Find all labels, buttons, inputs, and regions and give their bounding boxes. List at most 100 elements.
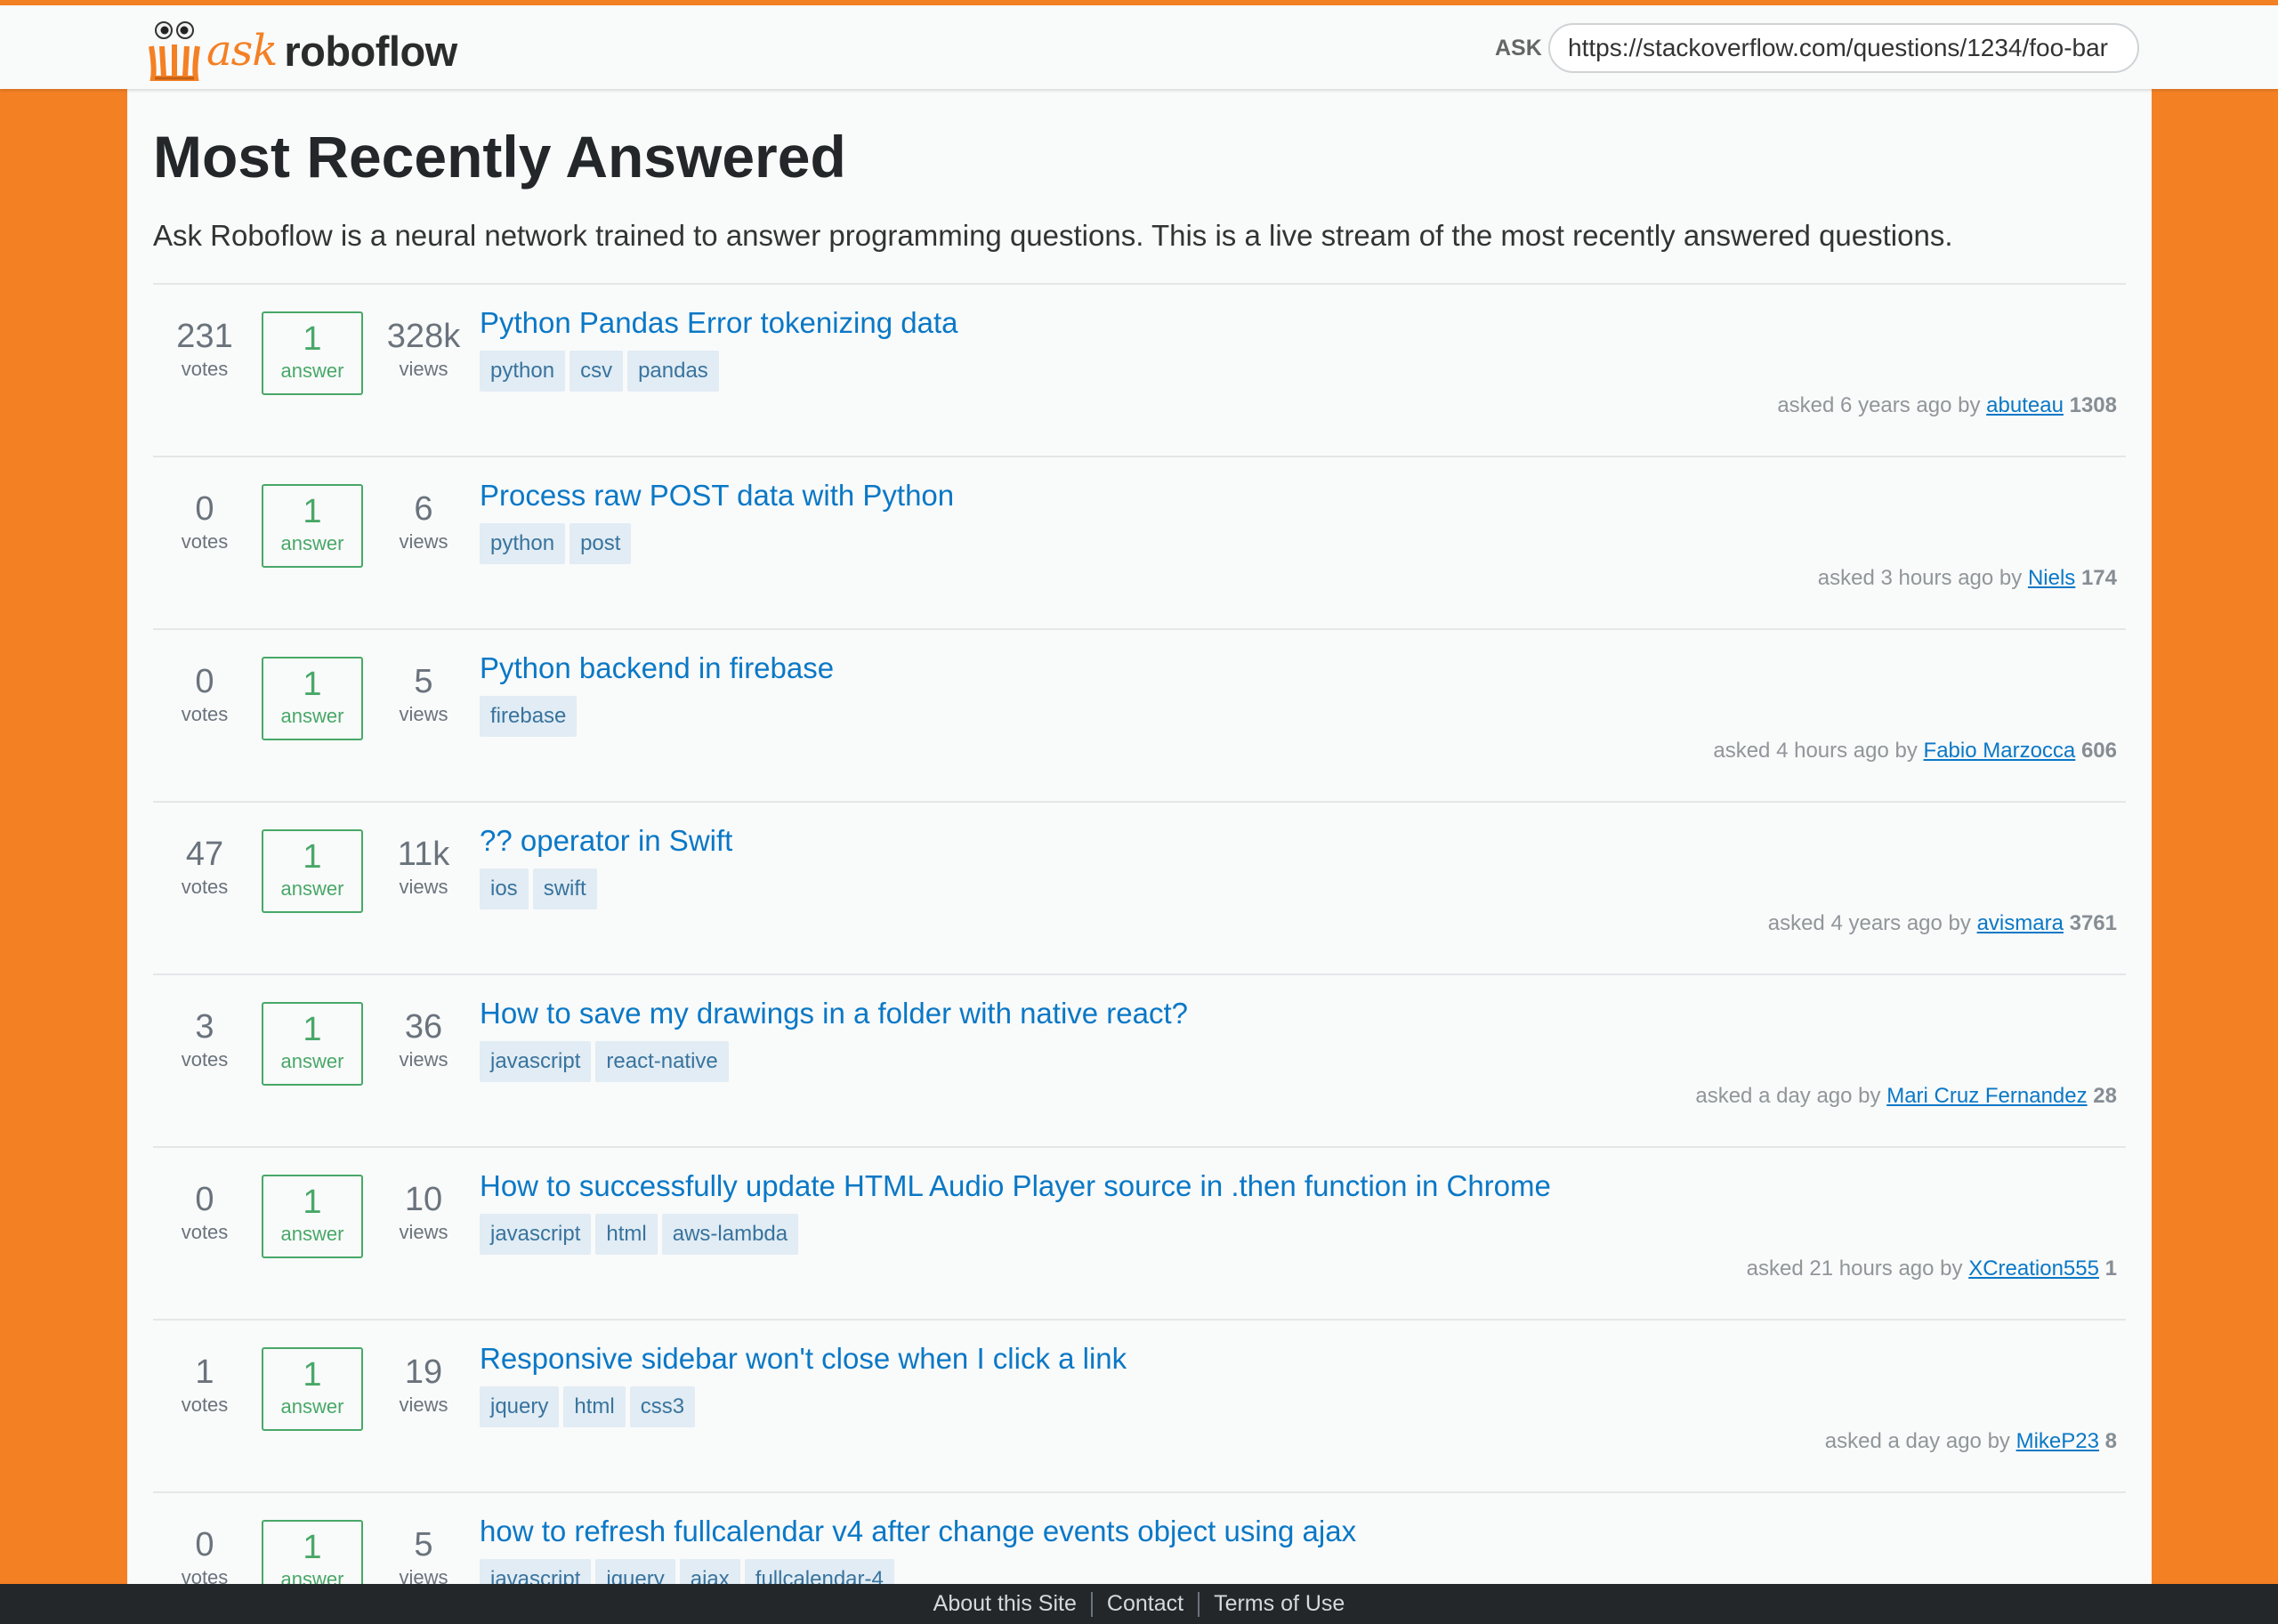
logo[interactable]: ask roboflow <box>148 18 457 84</box>
tag-list: python csv pandas <box>480 351 723 392</box>
question-title-link[interactable]: Python backend in firebase <box>480 651 834 685</box>
view-count: 328k views <box>379 315 468 381</box>
user-link[interactable]: XCreation555 <box>1968 1256 2099 1281</box>
view-number: 10 <box>404 1181 443 1218</box>
user-reputation: 8 <box>2104 1429 2117 1453</box>
ask-url-input[interactable] <box>1548 23 2139 73</box>
question-title-link[interactable]: ?? operator in Swift <box>480 824 732 858</box>
tag[interactable]: swift <box>532 869 597 909</box>
footer-link-terms[interactable]: Terms of Use <box>1200 1591 1359 1617</box>
footer-link-about[interactable]: About this Site <box>919 1591 1091 1617</box>
top-bar: ask roboflow ASK <box>0 0 2278 89</box>
vote-label: votes <box>181 358 229 380</box>
view-count: 6 views <box>379 488 468 553</box>
vote-count: 0 votes <box>160 1178 249 1244</box>
tag[interactable]: post <box>570 523 632 564</box>
tag[interactable]: javascript <box>480 1214 592 1255</box>
by-label: by <box>1999 566 2023 590</box>
asked-prefix: asked <box>1817 566 1875 590</box>
view-count: 11k views <box>379 833 468 899</box>
question-title-link[interactable]: how to refresh fullcalendar v4 after cha… <box>480 1515 1356 1548</box>
tag[interactable]: firebase <box>480 696 578 737</box>
view-label: views <box>399 1048 448 1071</box>
tag[interactable]: react-native <box>595 1041 729 1082</box>
answer-number: 1 <box>303 1011 322 1048</box>
view-count: 5 views <box>379 660 468 726</box>
vote-count: 0 votes <box>160 1523 249 1589</box>
tag-list: javascript react-native <box>480 1041 733 1082</box>
question-title-link[interactable]: Responsive sidebar won't close when I cl… <box>480 1342 1127 1376</box>
tag[interactable]: csv <box>570 351 624 392</box>
question-list: 231 votes 1 answer 328k views Python Pandas Er… <box>153 283 2126 1589</box>
user-reputation: 174 <box>2080 566 2117 590</box>
footer: About this Site Contact Terms of Use <box>0 1584 2278 1624</box>
question-row: 0 votes 1 answer 10 views How to successfully … <box>153 1146 2126 1319</box>
question-row: 0 votes 1 answer 5 views how to refresh fullca… <box>153 1491 2126 1589</box>
user-link[interactable]: Niels <box>2028 566 2075 590</box>
asked-prefix: asked <box>1824 1429 1882 1453</box>
vote-label: votes <box>181 1394 229 1416</box>
by-label: by <box>1858 1084 1881 1108</box>
asked-prefix: asked <box>1695 1084 1753 1108</box>
user-reputation: 1308 <box>2069 393 2117 417</box>
user-reputation: 1 <box>2104 1256 2117 1281</box>
vote-number: 0 <box>195 1526 214 1563</box>
answer-number: 1 <box>303 320 322 358</box>
user-link[interactable]: abuteau <box>1986 393 2064 417</box>
tag[interactable]: aws-lambda <box>661 1214 799 1255</box>
tag[interactable]: python <box>480 523 566 564</box>
page-intro: Ask Roboflow is a neural network trained… <box>153 219 1953 252</box>
vote-number: 0 <box>195 663 214 700</box>
user-link[interactable]: MikeP23 <box>2016 1429 2099 1453</box>
asked-prefix: asked <box>1746 1256 1804 1281</box>
vote-label: votes <box>181 703 229 725</box>
view-count: 5 views <box>379 1523 468 1589</box>
question-row: 0 votes 1 answer 5 views Python backend in fir… <box>153 628 2126 801</box>
question-title-link[interactable]: Python Pandas Error tokenizing data <box>480 306 958 340</box>
tag[interactable]: pandas <box>627 351 719 392</box>
asked-prefix: asked <box>1713 739 1771 763</box>
question-title-link[interactable]: How to save my drawings in a folder with… <box>480 997 1188 1030</box>
view-label: views <box>399 1221 448 1243</box>
user-link[interactable]: Fabio Marzocca <box>1924 739 2076 763</box>
tag[interactable]: html <box>595 1214 658 1255</box>
answer-count: 1 answer <box>262 1175 363 1258</box>
tag[interactable]: css3 <box>629 1386 696 1427</box>
logo-text-ask: ask <box>206 26 278 76</box>
vote-count: 0 votes <box>160 660 249 726</box>
tag[interactable]: javascript <box>480 1041 592 1082</box>
user-link[interactable]: avismara <box>1977 911 2064 935</box>
question-title-link[interactable]: Process raw POST data with Python <box>480 479 954 513</box>
tag[interactable]: python <box>480 351 566 392</box>
view-number: 36 <box>404 1008 443 1046</box>
tag[interactable]: jquery <box>480 1386 560 1427</box>
view-number: 5 <box>414 663 433 700</box>
view-number: 11k <box>397 836 450 873</box>
user-link[interactable]: Mari Cruz Fernandez <box>1886 1084 2087 1108</box>
answer-count: 1 answer <box>262 657 363 740</box>
asked-time: 3 hours ago <box>1880 566 1994 590</box>
view-label: views <box>399 358 448 380</box>
vote-count: 1 votes <box>160 1351 249 1417</box>
tag[interactable]: ios <box>480 869 529 909</box>
question-row: 3 votes 1 answer 36 views How to save my drawi… <box>153 974 2126 1146</box>
question-meta: asked a day ago by Mari Cruz Fernandez 2… <box>1695 1084 2117 1109</box>
asked-time: 6 years ago <box>1840 393 1952 417</box>
vote-number: 1 <box>195 1353 214 1391</box>
question-row: 231 votes 1 answer 328k views Python Pandas Er… <box>153 283 2126 456</box>
tag[interactable]: html <box>563 1386 626 1427</box>
question-title-link[interactable]: How to successfully update HTML Audio Pl… <box>480 1169 1551 1203</box>
view-number: 5 <box>414 1526 433 1563</box>
vote-count: 3 votes <box>160 1006 249 1071</box>
footer-link-contact[interactable]: Contact <box>1093 1591 1198 1617</box>
by-label: by <box>1948 911 1971 935</box>
answer-label: answer <box>280 705 344 727</box>
answer-label: answer <box>280 1395 344 1418</box>
vote-number: 47 <box>185 836 224 873</box>
answer-label: answer <box>280 1050 344 1072</box>
answer-label: answer <box>280 877 344 900</box>
view-label: views <box>399 703 448 725</box>
view-number: 6 <box>414 490 433 528</box>
by-label: by <box>1958 393 1981 417</box>
view-count: 19 views <box>379 1351 468 1417</box>
